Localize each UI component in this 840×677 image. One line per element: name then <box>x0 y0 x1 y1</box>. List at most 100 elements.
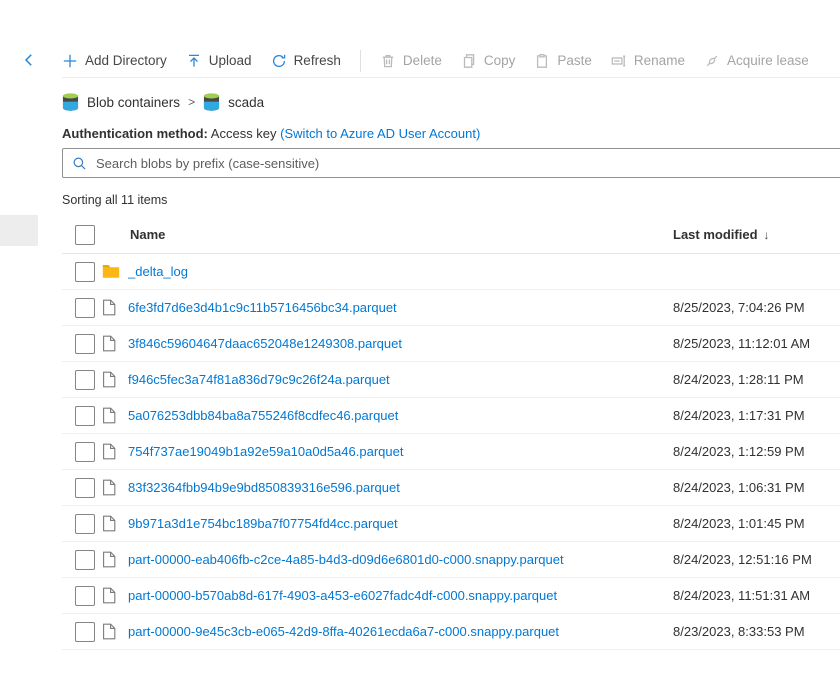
file-icon <box>102 335 116 352</box>
toolbar-separator <box>359 49 361 72</box>
row-checkbox[interactable] <box>75 513 95 534</box>
switch-auth-link[interactable]: (Switch to Azure AD User Account) <box>280 126 480 141</box>
sorting-status: Sorting all 11 items <box>62 193 168 207</box>
toolbar-item-label: Upload <box>208 53 252 68</box>
toolbar-add-directory-button[interactable]: Add Directory <box>62 53 167 69</box>
row-checkbox[interactable] <box>75 297 95 318</box>
toolbar: Add Directory Upload Refresh Delete Copy… <box>62 44 809 77</box>
table-row: 754f737ae19049b1a92e59a10a0d5a46.parquet… <box>62 434 840 470</box>
table-row: _delta_log <box>62 254 840 290</box>
last-modified-value: 8/24/2023, 1:12:59 PM <box>673 444 805 459</box>
file-icon <box>102 479 116 496</box>
last-modified-value: 8/25/2023, 7:04:26 PM <box>673 300 805 315</box>
breadcrumb-separator: > <box>188 95 196 109</box>
toolbar-rename-button: Rename <box>611 53 685 69</box>
blob-name-link[interactable]: 6fe3fd7d6e3d4b1c9c11b5716456bc34.parquet <box>128 300 397 315</box>
blob-name-link[interactable]: 83f32364fbb94b9e9bd850839316e596.parquet <box>128 480 400 495</box>
auth-method-line: Authentication method: Access key (Switc… <box>62 126 480 141</box>
file-icon <box>102 443 116 460</box>
file-icon <box>102 551 116 568</box>
blob-name-link[interactable]: 3f846c59604647daac652048e1249308.parquet <box>128 336 402 351</box>
breadcrumb-root[interactable]: Blob containers <box>87 95 180 110</box>
blob-name-link[interactable]: _delta_log <box>128 264 188 279</box>
search-box[interactable] <box>62 148 840 178</box>
toolbar-divider <box>62 77 840 78</box>
left-panel-fragment <box>0 215 38 246</box>
folder-icon <box>102 264 120 279</box>
table-row: part-00000-b570ab8d-617f-4903-a453-e6027… <box>62 578 840 614</box>
row-checkbox[interactable] <box>75 441 95 462</box>
toolbar-item-label: Refresh <box>293 53 341 68</box>
blob-name-link[interactable]: 9b971a3d1e754bc189ba7f07754fd4cc.parquet <box>128 516 398 531</box>
toolbar-item-label: Delete <box>402 53 442 68</box>
blob-table: Name Last modified ↓ _delta_log 6fe3fd7d… <box>62 216 840 650</box>
lease-icon <box>704 53 720 69</box>
sort-descending-icon: ↓ <box>763 227 770 242</box>
last-modified-value: 8/24/2023, 12:51:16 PM <box>673 552 812 567</box>
row-checkbox[interactable] <box>75 621 95 642</box>
table-header: Name Last modified ↓ <box>62 216 840 254</box>
table-row: part-00000-9e45c3cb-e065-42d9-8ffa-40261… <box>62 614 840 650</box>
toolbar-refresh-button[interactable]: Refresh <box>271 53 341 69</box>
row-checkbox[interactable] <box>75 477 95 498</box>
file-icon <box>102 407 116 424</box>
row-checkbox[interactable] <box>75 333 95 354</box>
last-modified-value: 8/24/2023, 11:51:31 AM <box>673 588 811 603</box>
breadcrumb-current[interactable]: scada <box>228 95 264 110</box>
file-icon <box>102 515 116 532</box>
auth-method-value: Access key <box>210 126 277 141</box>
upload-icon <box>186 53 202 69</box>
table-row: 3f846c59604647daac652048e1249308.parquet… <box>62 326 840 362</box>
search-input[interactable] <box>96 155 832 171</box>
table-row: 83f32364fbb94b9e9bd850839316e596.parquet… <box>62 470 840 506</box>
last-modified-column-header[interactable]: Last modified ↓ <box>673 227 840 242</box>
last-modified-value: 8/25/2023, 11:12:01 AM <box>673 336 811 351</box>
breadcrumb: Blob containers > scada <box>62 90 264 114</box>
toolbar-item-label: Add Directory <box>85 53 167 68</box>
table-row: 5a076253dbb84ba8a755246f8cdfec46.parquet… <box>62 398 840 434</box>
chevron-left-icon <box>21 52 37 68</box>
back-button[interactable] <box>17 48 41 72</box>
blob-name-link[interactable]: part-00000-eab406fb-c2ce-4a85-b4d3-d09d6… <box>128 552 564 567</box>
table-row: 6fe3fd7d6e3d4b1c9c11b5716456bc34.parquet… <box>62 290 840 326</box>
last-modified-value: 8/24/2023, 1:17:31 PM <box>673 408 805 423</box>
toolbar-item-label: Paste <box>557 53 592 68</box>
file-icon <box>102 299 116 316</box>
copy-icon <box>461 53 477 69</box>
table-row: part-00000-eab406fb-c2ce-4a85-b4d3-d09d6… <box>62 542 840 578</box>
blob-container-icon <box>203 92 220 112</box>
blob-name-link[interactable]: 754f737ae19049b1a92e59a10a0d5a46.parquet <box>128 444 403 459</box>
toolbar-delete-button: Delete <box>380 53 442 69</box>
row-checkbox[interactable] <box>75 261 95 282</box>
blob-container-icon <box>62 92 79 112</box>
row-checkbox[interactable] <box>75 585 95 606</box>
last-modified-value: 8/24/2023, 1:01:45 PM <box>673 516 805 531</box>
trash-icon <box>380 53 396 69</box>
table-row: 9b971a3d1e754bc189ba7f07754fd4cc.parquet… <box>62 506 840 542</box>
paste-icon <box>534 53 550 69</box>
toolbar-paste-button: Paste <box>534 53 592 69</box>
toolbar-copy-button: Copy <box>461 53 515 69</box>
last-modified-value: 8/24/2023, 1:06:31 PM <box>673 480 805 495</box>
last-modified-value: 8/24/2023, 1:28:11 PM <box>673 372 804 387</box>
row-checkbox[interactable] <box>75 369 95 390</box>
file-icon <box>102 623 116 640</box>
file-icon <box>102 587 116 604</box>
refresh-icon <box>271 53 287 69</box>
search-icon <box>72 156 87 171</box>
blob-name-link[interactable]: f946c5fec3a74f81a836d79c9c26f24a.parquet <box>128 372 390 387</box>
select-all-checkbox[interactable] <box>75 224 95 245</box>
blob-name-link[interactable]: 5a076253dbb84ba8a755246f8cdfec46.parquet <box>128 408 398 423</box>
name-column-header[interactable]: Name <box>130 227 673 242</box>
blob-name-link[interactable]: part-00000-b570ab8d-617f-4903-a453-e6027… <box>128 588 557 603</box>
plus-icon <box>62 53 78 69</box>
table-row: f946c5fec3a74f81a836d79c9c26f24a.parquet… <box>62 362 840 398</box>
toolbar-upload-button[interactable]: Upload <box>186 53 252 69</box>
toolbar-acquire-lease-button: Acquire lease <box>704 53 809 69</box>
last-modified-value: 8/23/2023, 8:33:53 PM <box>673 624 805 639</box>
toolbar-item-label: Rename <box>633 53 685 68</box>
row-checkbox[interactable] <box>75 549 95 570</box>
row-checkbox[interactable] <box>75 405 95 426</box>
file-icon <box>102 371 116 388</box>
blob-name-link[interactable]: part-00000-9e45c3cb-e065-42d9-8ffa-40261… <box>128 624 559 639</box>
